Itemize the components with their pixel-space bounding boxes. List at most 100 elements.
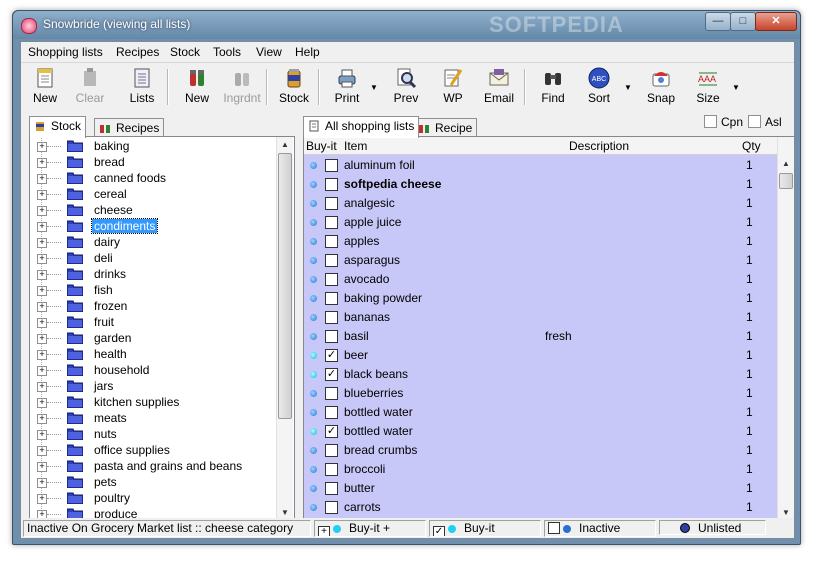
tree-item[interactable]: + drinks <box>30 266 276 282</box>
tree-item[interactable]: + baking <box>30 138 276 154</box>
list-row[interactable]: apple juice 1 <box>304 213 777 232</box>
tree-item[interactable]: + condiments <box>30 218 276 234</box>
expand-icon[interactable]: + <box>37 462 47 472</box>
column-header-description[interactable]: Description <box>569 139 629 153</box>
tree-item[interactable]: + kitchen supplies <box>30 394 276 410</box>
tree-item[interactable]: + household <box>30 362 276 378</box>
menu-help[interactable]: Help <box>295 45 320 59</box>
buy-it-checkbox[interactable] <box>325 254 338 267</box>
expand-icon[interactable]: + <box>37 430 47 440</box>
column-header-buy-it[interactable]: Buy-it <box>306 139 337 153</box>
buy-it-checkbox[interactable] <box>325 330 338 343</box>
expand-icon[interactable]: + <box>37 446 47 456</box>
tree-item[interactable]: + poultry <box>30 490 276 506</box>
menu-recipes[interactable]: Recipes <box>116 45 159 59</box>
expand-icon[interactable]: + <box>37 158 47 168</box>
expand-icon[interactable]: + <box>37 190 47 200</box>
list-row[interactable]: broccoli 1 <box>304 460 777 479</box>
expand-icon[interactable]: + <box>37 318 47 328</box>
buy-it-checkbox[interactable] <box>325 235 338 248</box>
menu-view[interactable]: View <box>256 45 282 59</box>
tree-item[interactable]: + jars <box>30 378 276 394</box>
list-row[interactable]: baking powder 1 <box>304 289 777 308</box>
expand-icon[interactable]: + <box>37 334 47 344</box>
cpn-checkbox[interactable]: Cpn <box>704 115 743 129</box>
ingredient-button[interactable]: Ingrdnt <box>219 67 265 107</box>
buy-it-checkbox[interactable] <box>325 216 338 229</box>
expand-icon[interactable]: + <box>37 398 47 408</box>
buy-it-checkbox[interactable] <box>325 387 338 400</box>
find-button[interactable]: Find <box>530 67 576 107</box>
list-scroll-thumb[interactable] <box>779 173 793 189</box>
expand-icon[interactable]: + <box>37 414 47 424</box>
wp-button[interactable]: WP <box>430 67 476 107</box>
tree-item[interactable]: + deli <box>30 250 276 266</box>
close-button[interactable]: ✕ <box>755 12 797 31</box>
list-row[interactable]: bottled water 1 <box>304 403 777 422</box>
expand-icon[interactable]: + <box>37 382 47 392</box>
list-row[interactable]: basil fresh 1 <box>304 327 777 346</box>
expand-icon[interactable]: + <box>37 478 47 488</box>
expand-icon[interactable]: + <box>37 302 47 312</box>
asl-checkbox-box[interactable] <box>748 115 761 128</box>
list-row[interactable]: aluminum foil 1 <box>304 156 777 175</box>
list-row[interactable]: asparagus 1 <box>304 251 777 270</box>
tab-all-shopping-lists[interactable]: All shopping lists <box>303 116 420 138</box>
tree-item[interactable]: + pets <box>30 474 276 490</box>
list-row[interactable]: softpedia cheese 1 <box>304 175 777 194</box>
expand-icon[interactable]: + <box>37 270 47 280</box>
expand-icon[interactable]: + <box>37 238 47 248</box>
buy-it-checkbox[interactable] <box>325 159 338 172</box>
tree-item[interactable]: + fish <box>30 282 276 298</box>
buy-it-checkbox[interactable] <box>325 406 338 419</box>
maximize-button[interactable]: □ <box>730 12 756 31</box>
buy-it-checkbox[interactable] <box>325 482 338 495</box>
tree-item[interactable]: + pasta and grains and beans <box>30 458 276 474</box>
expand-icon[interactable]: + <box>37 350 47 360</box>
snap-button[interactable]: Snap <box>638 67 684 107</box>
print-button[interactable]: Print <box>324 67 370 107</box>
list-row[interactable]: apples 1 <box>304 232 777 251</box>
tree-item[interactable]: + nuts <box>30 426 276 442</box>
list-row[interactable]: bananas 1 <box>304 308 777 327</box>
list-row[interactable]: ✓ beer 1 <box>304 346 777 365</box>
new-recipe-button[interactable]: New <box>174 67 220 107</box>
email-button[interactable]: Email <box>476 67 522 107</box>
expand-icon[interactable]: + <box>37 174 47 184</box>
new-list-button[interactable]: New <box>22 67 68 107</box>
tab-recipe[interactable]: Recipe <box>413 118 478 138</box>
tab-stock[interactable]: Stock <box>29 116 87 138</box>
expand-icon[interactable]: + <box>37 286 47 296</box>
buy-it-checkbox[interactable] <box>325 292 338 305</box>
buy-it-checkbox[interactable]: ✓ <box>325 425 338 438</box>
buy-it-checkbox[interactable] <box>325 444 338 457</box>
expand-icon[interactable]: + <box>37 222 47 232</box>
buy-it-checkbox[interactable]: ✓ <box>325 368 338 381</box>
stock-button[interactable]: Stock <box>271 67 317 107</box>
title-bar[interactable]: Snowbride (viewing all lists) SOFTPEDIA … <box>13 11 800 39</box>
list-row[interactable]: blueberries 1 <box>304 384 777 403</box>
tree-item[interactable]: + health <box>30 346 276 362</box>
list-scroll-up[interactable]: ▲ <box>778 156 794 172</box>
tree-item[interactable]: + office supplies <box>30 442 276 458</box>
list-scrollbar[interactable]: ▲ ▼ <box>777 137 794 521</box>
buy-it-checkbox[interactable] <box>325 463 338 476</box>
print-dropdown-arrow[interactable]: ▼ <box>370 83 378 92</box>
tree-item[interactable]: + fruit <box>30 314 276 330</box>
expand-icon[interactable]: + <box>37 254 47 264</box>
menu-stock[interactable]: Stock <box>170 45 200 59</box>
list-row[interactable]: carrots 1 <box>304 498 777 517</box>
list-row[interactable]: ✓ bottled water 1 <box>304 422 777 441</box>
tree-item[interactable]: + cereal <box>30 186 276 202</box>
cpn-checkbox-box[interactable] <box>704 115 717 128</box>
tree-item[interactable]: + meats <box>30 410 276 426</box>
expand-icon[interactable]: + <box>37 366 47 376</box>
expand-icon[interactable]: + <box>37 206 47 216</box>
list-row[interactable]: butter 1 <box>304 479 777 498</box>
list-row[interactable]: bread crumbs 1 <box>304 441 777 460</box>
sort-button[interactable]: ABC Sort <box>576 67 622 107</box>
expand-icon[interactable]: + <box>37 494 47 504</box>
expand-icon[interactable]: + <box>37 142 47 152</box>
buy-it-checkbox[interactable] <box>325 311 338 324</box>
menu-tools[interactable]: Tools <box>213 45 241 59</box>
